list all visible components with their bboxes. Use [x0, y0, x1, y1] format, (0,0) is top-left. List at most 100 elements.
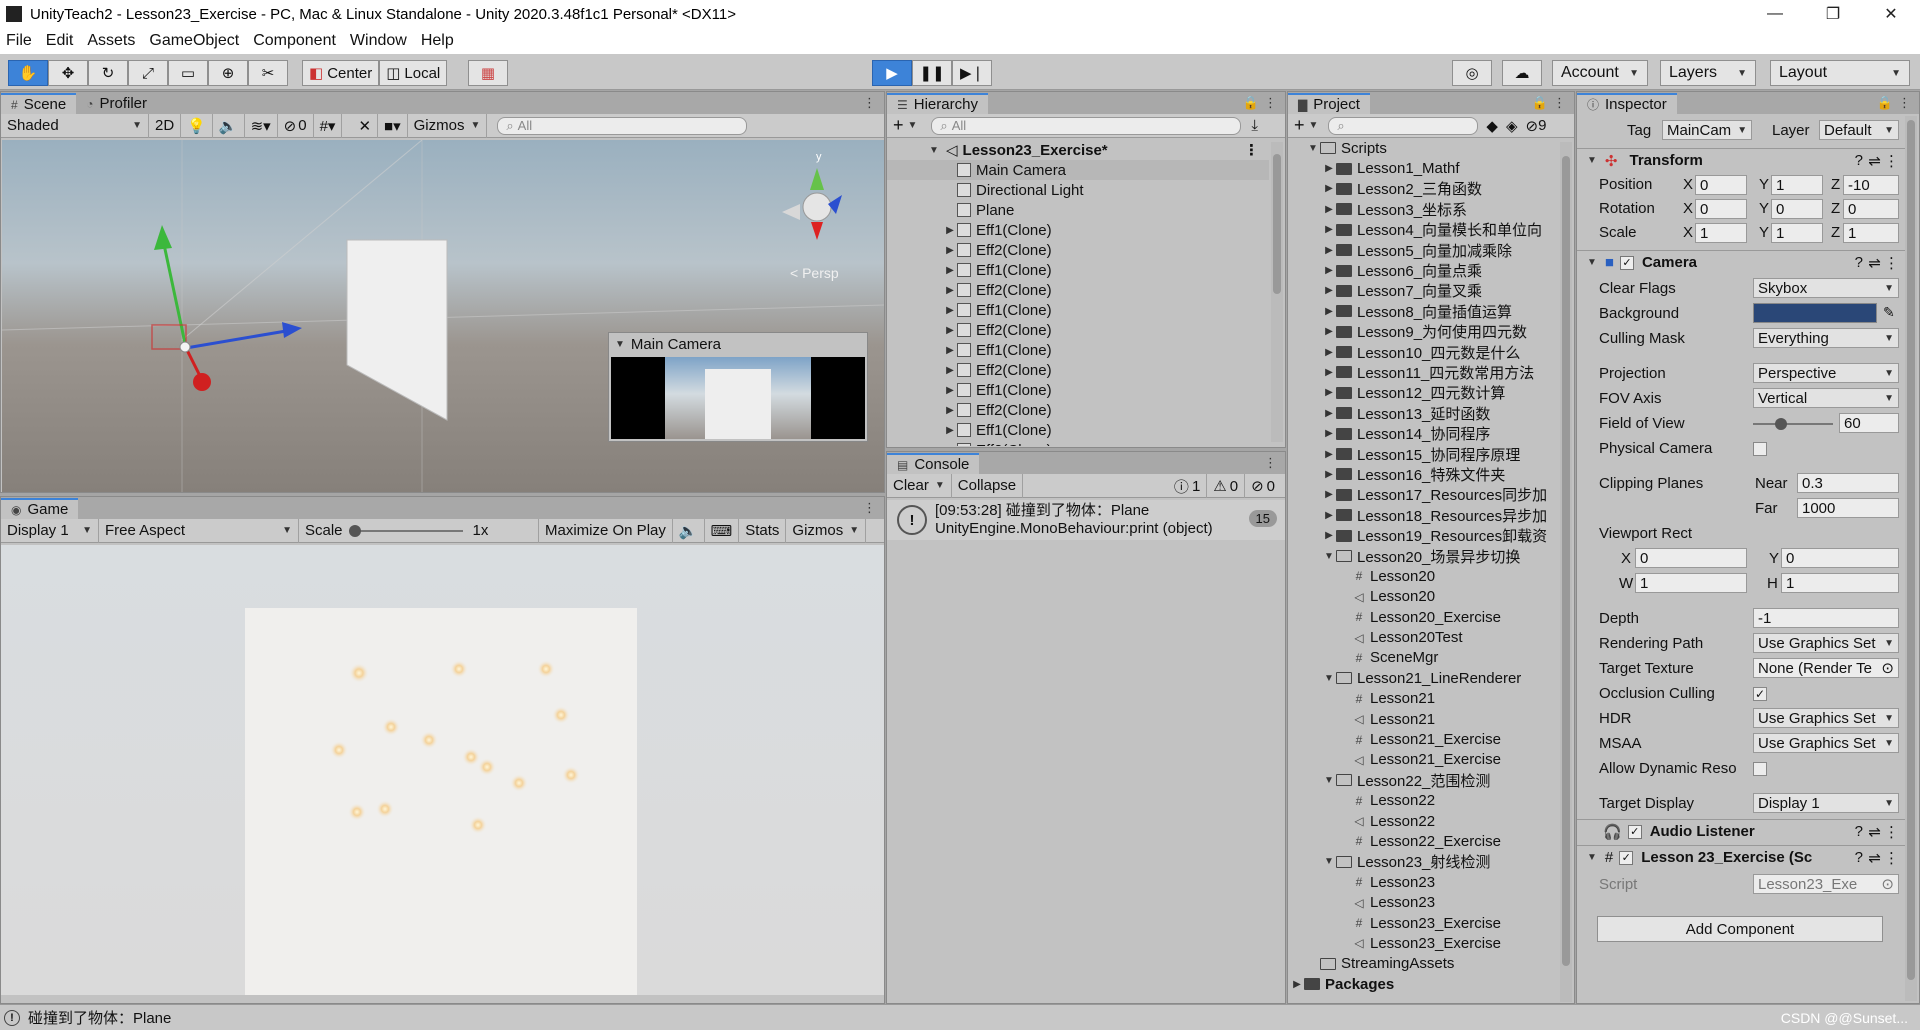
project-item[interactable]: ▶ Lesson18_Resources异步加: [1288, 505, 1558, 525]
project-item[interactable]: # Lesson21: [1288, 689, 1558, 709]
z-axis-handle[interactable]: [185, 328, 293, 350]
project-scrollbar[interactable]: [1560, 142, 1572, 1002]
project-item[interactable]: # Lesson21_Exercise: [1288, 729, 1558, 749]
expand-arrow-icon[interactable]: ▶: [943, 345, 957, 356]
hidden-packages-icon[interactable]: ⊘: [1526, 117, 1539, 135]
transform-help-icon[interactable]: ?: [1855, 152, 1863, 169]
scale-y-field[interactable]: 1: [1771, 223, 1823, 243]
project-item[interactable]: # SceneMgr: [1288, 648, 1558, 668]
project-expand-icon[interactable]: ▶: [1322, 224, 1336, 235]
project-item[interactable]: ▼ Lesson21_LineRenderer: [1288, 668, 1558, 688]
gizmos-dropdown[interactable]: Gizmos ▼: [408, 113, 488, 138]
menu-window[interactable]: Window: [350, 32, 407, 50]
tab-project[interactable]: ▇ Project: [1288, 93, 1370, 114]
project-expand-icon[interactable]: ▶: [1322, 306, 1336, 317]
project-expand-icon[interactable]: ▶: [1322, 163, 1336, 174]
project-expand-icon[interactable]: ▶: [1322, 489, 1336, 500]
project-item[interactable]: StreamingAssets: [1288, 954, 1558, 974]
project-item[interactable]: ▶ Lesson14_协同程序: [1288, 423, 1558, 443]
project-expand-icon[interactable]: ▼: [1306, 143, 1320, 154]
scale-tool-icon[interactable]: ⤢: [128, 60, 168, 86]
pivot-local-button[interactable]: ◫ Local: [379, 60, 448, 86]
transform-menu-icon[interactable]: ⋮: [1884, 152, 1899, 170]
culling-mask-dropdown[interactable]: Everything ▼: [1753, 328, 1899, 348]
expand-arrow-icon[interactable]: ▶: [943, 285, 957, 296]
maximize-on-play-button[interactable]: Maximize On Play: [539, 518, 673, 543]
project-item[interactable]: ▶ Lesson15_协同程序原理: [1288, 444, 1558, 464]
project-lock-icon[interactable]: 🔒: [1532, 95, 1548, 111]
project-item[interactable]: ▶ Lesson9_为何使用四元数: [1288, 322, 1558, 342]
target-texture-field[interactable]: None (Render Te ⊙: [1753, 658, 1899, 678]
create-add-icon[interactable]: +: [893, 115, 904, 136]
camera-menu-icon[interactable]: ⋮: [1884, 254, 1899, 272]
hierarchy-item[interactable]: ▶ Eff2(Clone): [887, 320, 1269, 340]
expand-arrow-icon[interactable]: ▶: [943, 365, 957, 376]
pause-button[interactable]: ❚❚: [912, 60, 952, 86]
hierarchy-item[interactable]: ▶ Eff1(Clone): [887, 340, 1269, 360]
expand-arrow-icon[interactable]: ▶: [943, 225, 957, 236]
clear-flags-dropdown[interactable]: Skybox ▼: [1753, 278, 1899, 298]
tools-icon[interactable]: ✕: [352, 113, 379, 138]
scale-slider[interactable]: Scale 1x: [299, 518, 539, 543]
add-component-button[interactable]: Add Component: [1597, 916, 1883, 942]
position-y-field[interactable]: 1: [1771, 175, 1823, 195]
project-menu-icon[interactable]: ⋮: [1553, 95, 1566, 111]
console-menu-icon[interactable]: ⋮: [1264, 455, 1277, 471]
search-by-type-icon[interactable]: ◆: [1486, 117, 1498, 135]
account-dropdown[interactable]: Account ▼: [1552, 60, 1648, 86]
project-item[interactable]: ▶ Lesson11_四元数常用方法: [1288, 362, 1558, 382]
menu-help[interactable]: Help: [421, 32, 454, 50]
msaa-dropdown[interactable]: Use Graphics Set ▼: [1753, 733, 1899, 753]
project-create-icon[interactable]: +: [1294, 115, 1305, 136]
game-viewport[interactable]: [1, 545, 884, 995]
persp-label[interactable]: < Persp: [790, 265, 839, 281]
allow-dynamic-resolution-checkbox[interactable]: [1753, 762, 1767, 776]
hierarchy-item[interactable]: ▶ Eff2(Clone): [887, 400, 1269, 420]
scene-root-row[interactable]: ▼ ◁ Lesson23_Exercise* ⋮: [887, 140, 1269, 160]
menu-file[interactable]: File: [6, 32, 32, 50]
project-item[interactable]: ▶ Lesson5_向量加减乘除: [1288, 240, 1558, 260]
depth-field[interactable]: -1: [1753, 608, 1899, 628]
project-item[interactable]: ▶ Lesson4_向量模长和单位向: [1288, 220, 1558, 240]
expand-arrow-icon[interactable]: ▶: [943, 305, 957, 316]
project-item[interactable]: ◁ Lesson23: [1288, 892, 1558, 912]
project-expand-icon[interactable]: ▶: [1322, 510, 1336, 521]
hierarchy-item[interactable]: Plane: [887, 200, 1269, 220]
hierarchy-item[interactable]: ▶ Eff1(Clone): [887, 380, 1269, 400]
scale-z-field[interactable]: 1: [1843, 223, 1899, 243]
project-expand-icon[interactable]: ▶: [1322, 245, 1336, 256]
log-filter-toggle[interactable]: ⓘ 1: [1168, 474, 1208, 498]
project-expand-icon[interactable]: ▶: [1322, 408, 1336, 419]
tab-inspector[interactable]: ⓘ Inspector: [1577, 93, 1677, 114]
game-gizmos-dropdown[interactable]: Gizmos ▼: [786, 518, 867, 543]
project-expand-icon[interactable]: ▶: [1322, 530, 1336, 541]
project-expand-icon[interactable]: ▶: [1322, 204, 1336, 215]
scale-x-field[interactable]: 1: [1695, 223, 1747, 243]
viewport-h-field[interactable]: 1: [1781, 573, 1899, 593]
background-color-swatch[interactable]: [1753, 303, 1877, 323]
project-expand-icon[interactable]: ▶: [1322, 326, 1336, 337]
project-expand-icon[interactable]: ▼: [1322, 673, 1336, 684]
console-entry[interactable]: ! [09:53:28] 碰撞到了物体：Plane UnityEngine.Mo…: [887, 500, 1285, 540]
camera-settings-icon[interactable]: ■▾: [378, 113, 408, 138]
project-expand-icon[interactable]: ▶: [1322, 265, 1336, 276]
project-item[interactable]: ▶ Lesson7_向量叉乘: [1288, 281, 1558, 301]
game-panel-menu-icon[interactable]: ⋮: [863, 500, 876, 516]
hierarchy-item[interactable]: ▶ Eff1(Clone): [887, 420, 1269, 440]
fov-axis-dropdown[interactable]: Vertical ▼: [1753, 388, 1899, 408]
hidden-objects-toggle[interactable]: ⊘ 0: [278, 113, 314, 138]
transform-header[interactable]: ▼ ✣ Transform ? ⇌ ⋮: [1577, 148, 1907, 172]
stats-button[interactable]: Stats: [739, 518, 787, 543]
preview-collapse-icon[interactable]: ▼: [615, 339, 625, 350]
hierarchy-lock-icon[interactable]: 🔒: [1243, 95, 1259, 111]
tab-hierarchy[interactable]: ☰ Hierarchy: [887, 93, 988, 114]
rotation-y-field[interactable]: 0: [1771, 199, 1823, 219]
maximize-button[interactable]: ❐: [1804, 0, 1862, 28]
script-menu-icon[interactable]: ⋮: [1884, 849, 1899, 867]
tab-scene[interactable]: # Scene: [1, 93, 77, 114]
project-expand-icon[interactable]: ▼: [1322, 551, 1336, 562]
collab-icon[interactable]: ◎: [1452, 60, 1492, 86]
scene-menu-icon[interactable]: ⋮: [1244, 141, 1259, 159]
hierarchy-item[interactable]: Main Camera: [887, 160, 1269, 180]
project-item[interactable]: ▶ Lesson2_三角函数: [1288, 179, 1558, 199]
